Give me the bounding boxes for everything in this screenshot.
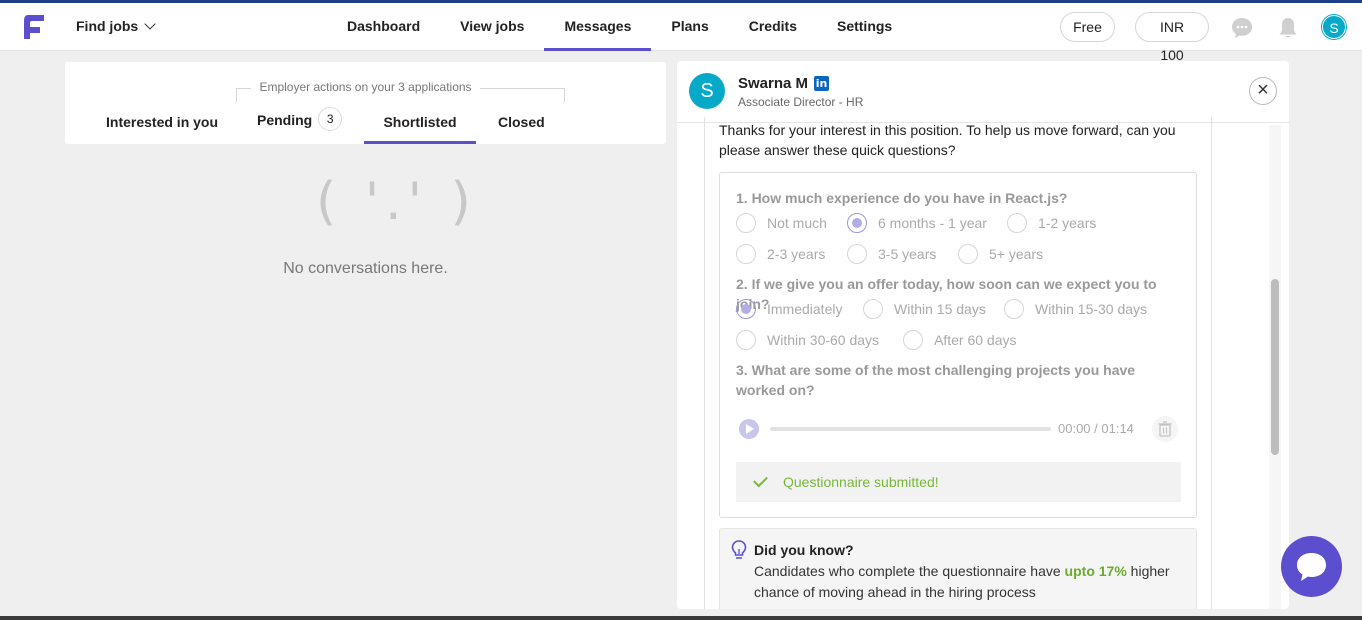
q2-option-within-15-30-days[interactable]: Within 15-30 days <box>1004 299 1147 319</box>
nav-messages[interactable]: Messages <box>544 3 652 51</box>
radio-icon <box>847 244 867 264</box>
chevron-down-icon <box>144 18 156 30</box>
option-label: Immediately <box>767 301 843 317</box>
tab-closed[interactable]: Closed <box>498 114 545 130</box>
q1-option-6-months[interactable]: 6 months - 1 year <box>847 213 987 233</box>
radio-icon <box>958 244 978 264</box>
did-you-know-title: Did you know? <box>754 542 854 558</box>
scrollbar-thumb[interactable] <box>1271 279 1279 455</box>
nav-dashboard[interactable]: Dashboard <box>327 3 440 51</box>
radio-icon <box>863 299 883 319</box>
recruiter-role: Associate Director - HR <box>738 95 864 109</box>
radio-checked-icon <box>847 213 867 233</box>
submitted-text: Questionnaire submitted! <box>783 474 939 490</box>
tab-pending[interactable]: Pending 3 <box>257 107 343 133</box>
empty-state-text: No conversations here. <box>283 260 448 277</box>
radio-icon <box>736 330 756 350</box>
find-jobs-label: Find jobs <box>76 18 139 34</box>
radio-icon <box>1007 213 1027 233</box>
option-label: Within 15 days <box>894 301 986 317</box>
q2-option-within-15-days[interactable]: Within 15 days <box>863 299 986 319</box>
option-label: 2-3 years <box>767 246 826 262</box>
recruiter-avatar: S <box>689 73 725 109</box>
q2-option-immediately[interactable]: Immediately <box>736 299 842 319</box>
conversation-panel: S Swarna M in Associate Director - HR × … <box>677 61 1289 609</box>
applications-tabs-card: Employer actions on your 3 applications … <box>65 62 666 144</box>
recruiter-name-row: Swarna M in <box>738 75 830 92</box>
radio-icon <box>736 213 756 233</box>
tab-shortlisted[interactable]: Shortlisted <box>364 114 476 144</box>
question-1-title: 1. How much experience do you have in Re… <box>736 190 1068 206</box>
top-navigation-bar: Find jobs Dashboard View jobs Messages P… <box>0 3 1362 63</box>
conversation-header: S Swarna M in Associate Director - HR × <box>677 61 1289 123</box>
radio-icon <box>736 244 756 264</box>
q1-option-2-3-years[interactable]: 2-3 years <box>736 244 825 264</box>
bottom-edge <box>0 616 1362 620</box>
audio-progress-track[interactable] <box>770 427 1051 431</box>
option-label: 5+ years <box>989 246 1044 262</box>
employer-actions-label: Employer actions on your 3 applications <box>65 80 666 94</box>
q1-option-1-2-years[interactable]: 1-2 years <box>1007 213 1096 233</box>
nav-settings[interactable]: Settings <box>817 3 912 51</box>
close-button[interactable]: × <box>1249 77 1277 105</box>
recruiter-name: Swarna M <box>738 75 809 92</box>
linkedin-icon[interactable]: in <box>814 76 830 91</box>
dyk-text-before: Candidates who complete the questionnair… <box>754 563 1065 579</box>
app-logo-icon[interactable] <box>20 13 46 41</box>
tab-pending-label: Pending <box>257 112 313 128</box>
tab-interested-in-you[interactable]: Interested in you <box>106 114 218 130</box>
option-label: 3-5 years <box>878 246 937 262</box>
questionnaire-submitted-banner: Questionnaire submitted! <box>736 462 1181 502</box>
credits-badge[interactable]: INR 100 <box>1135 12 1209 63</box>
option-label: Within 30-60 days <box>767 332 880 348</box>
option-label: Not much <box>767 215 827 231</box>
questionnaire-box: 1. How much experience do you have in Re… <box>719 172 1197 518</box>
dyk-highlight: upto 17% <box>1064 563 1127 579</box>
chat-widget-button[interactable] <box>1281 536 1342 597</box>
q1-option-3-5-years[interactable]: 3-5 years <box>847 244 936 264</box>
q1-option-5-plus-years[interactable]: 5+ years <box>958 244 1043 264</box>
radio-checked-icon <box>736 299 756 319</box>
did-you-know-text: Candidates who complete the questionnair… <box>754 561 1184 603</box>
q2-option-after-60-days[interactable]: After 60 days <box>903 330 1017 350</box>
find-jobs-dropdown[interactable]: Find jobs <box>76 18 156 34</box>
chat-bubble-icon[interactable] <box>1230 16 1254 40</box>
nav-credits[interactable]: Credits <box>729 3 817 51</box>
play-icon[interactable] <box>739 419 759 439</box>
radio-icon <box>903 330 923 350</box>
option-label: After 60 days <box>934 332 1017 348</box>
did-you-know-box: Did you know? Candidates who complete th… <box>719 528 1197 609</box>
empty-face-icon: ( '.' ) <box>316 172 477 232</box>
pending-count-badge: 3 <box>318 107 343 131</box>
user-avatar[interactable]: S <box>1322 15 1346 39</box>
nav-plans[interactable]: Plans <box>651 3 728 51</box>
audio-time: 00:00 / 01:14 <box>1058 421 1134 436</box>
option-label: 1-2 years <box>1038 215 1097 231</box>
message-text: Thanks for your interest in this positio… <box>719 122 1176 158</box>
chat-bubble-icon <box>1297 553 1326 581</box>
radio-icon <box>1004 299 1024 319</box>
nav-view-jobs[interactable]: View jobs <box>440 3 544 51</box>
lightbulb-icon <box>731 540 747 559</box>
q1-option-not-much[interactable]: Not much <box>736 213 827 233</box>
bell-icon[interactable] <box>1276 16 1300 40</box>
main-nav: Dashboard View jobs Messages Plans Credi… <box>327 3 912 51</box>
plan-badge[interactable]: Free <box>1060 12 1115 42</box>
q2-option-within-30-60-days[interactable]: Within 30-60 days <box>736 330 879 350</box>
trash-icon[interactable] <box>1152 416 1178 442</box>
question-3-title: 3. What are some of the most challenging… <box>736 362 1136 398</box>
option-label: 6 months - 1 year <box>878 215 987 231</box>
option-label: Within 15-30 days <box>1035 301 1148 317</box>
checkmark-icon <box>753 472 768 488</box>
employer-actions-text: Employer actions on your 3 applications <box>251 80 480 94</box>
